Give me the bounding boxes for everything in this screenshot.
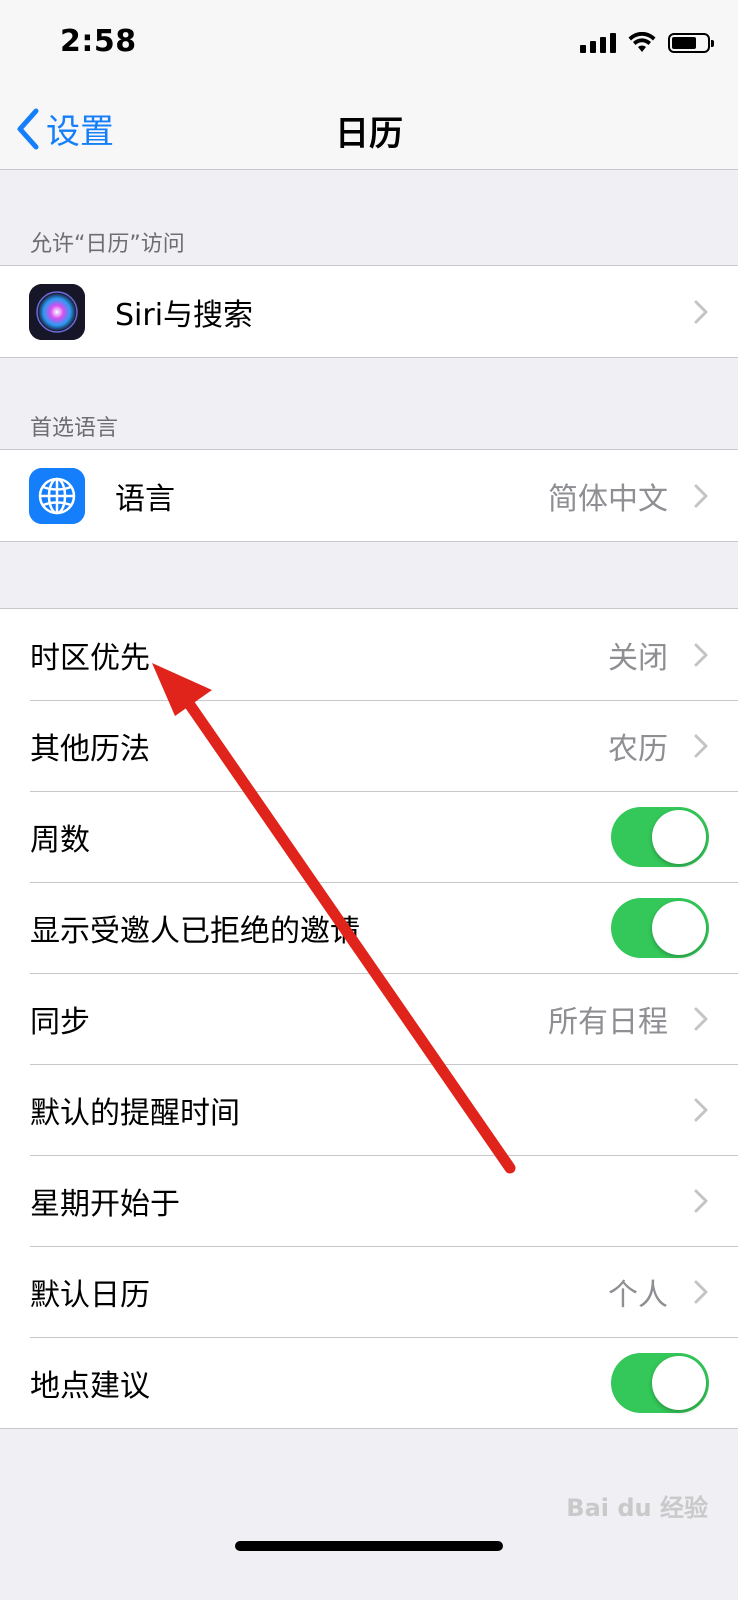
calendar-settings-group: 时区优先 关闭 其他历法 农历 周数 显示受邀人已拒绝的邀请 同步 所有日程 默… [0, 608, 738, 1429]
navigation-bar: 设置 日历 [0, 90, 738, 170]
show-declined-row: 显示受邀人已拒绝的邀请 [0, 882, 738, 973]
siri-icon [29, 283, 85, 340]
allow-access-group: Siri与搜索 [0, 265, 738, 358]
section-header-preferred-language: 首选语言 [30, 416, 119, 441]
siri-search-label: Siri与搜索 [115, 297, 254, 333]
default-alert-times-label: 默认的提醒时间 [30, 1095, 240, 1131]
chevron-right-icon [694, 734, 708, 757]
location-suggestions-toggle[interactable] [611, 1352, 709, 1413]
language-row[interactable]: 语言 简体中文 [0, 450, 738, 541]
status-bar: 2:58 [0, 0, 738, 90]
page-title: 日历 [335, 114, 403, 154]
chevron-right-icon [694, 1098, 708, 1121]
week-numbers-label: 周数 [30, 822, 90, 858]
globe-icon [29, 467, 85, 524]
status-time: 2:58 [60, 24, 137, 59]
timezone-override-value: 关闭 [608, 640, 668, 676]
show-declined-label: 显示受邀人已拒绝的邀请 [30, 913, 360, 949]
status-icons [580, 32, 714, 54]
alternate-calendars-label: 其他历法 [30, 731, 150, 767]
start-week-on-row[interactable]: 星期开始于 [0, 1155, 738, 1246]
preferred-language-group: 语言 简体中文 [0, 449, 738, 542]
default-calendar-value: 个人 [608, 1277, 668, 1313]
week-numbers-toggle[interactable] [611, 806, 709, 867]
chevron-right-icon [694, 484, 708, 507]
default-calendar-label: 默认日历 [30, 1277, 150, 1313]
language-value: 简体中文 [548, 481, 668, 517]
location-suggestions-row: 地点建议 [0, 1337, 738, 1428]
chevron-right-icon [694, 1007, 708, 1030]
watermark-logo: Bai du 经验 [566, 1494, 708, 1522]
show-declined-toggle[interactable] [611, 897, 709, 958]
sync-label: 同步 [30, 1004, 90, 1040]
timezone-override-row[interactable]: 时区优先 关闭 [0, 609, 738, 700]
alternate-calendars-row[interactable]: 其他历法 农历 [0, 700, 738, 791]
sync-value: 所有日程 [548, 1004, 668, 1040]
default-alert-times-row[interactable]: 默认的提醒时间 [0, 1064, 738, 1155]
chevron-right-icon [694, 1280, 708, 1303]
chevron-right-icon [694, 1189, 708, 1212]
timezone-override-label: 时区优先 [30, 640, 150, 676]
start-week-on-label: 星期开始于 [30, 1186, 180, 1222]
week-numbers-row: 周数 [0, 791, 738, 882]
sync-row[interactable]: 同步 所有日程 [0, 973, 738, 1064]
alternate-calendars-value: 农历 [608, 731, 668, 767]
language-label: 语言 [115, 481, 175, 517]
default-calendar-row[interactable]: 默认日历 个人 [0, 1246, 738, 1337]
location-suggestions-label: 地点建议 [30, 1368, 150, 1404]
chevron-right-icon [694, 300, 708, 323]
chevron-right-icon [694, 643, 708, 666]
siri-search-row[interactable]: Siri与搜索 [0, 266, 738, 357]
wifi-icon [628, 32, 656, 52]
home-indicator[interactable] [235, 1541, 503, 1551]
battery-icon [668, 33, 714, 53]
cellular-signal-icon [580, 33, 616, 53]
section-header-allow-access: 允许“日历”访问 [30, 232, 185, 257]
